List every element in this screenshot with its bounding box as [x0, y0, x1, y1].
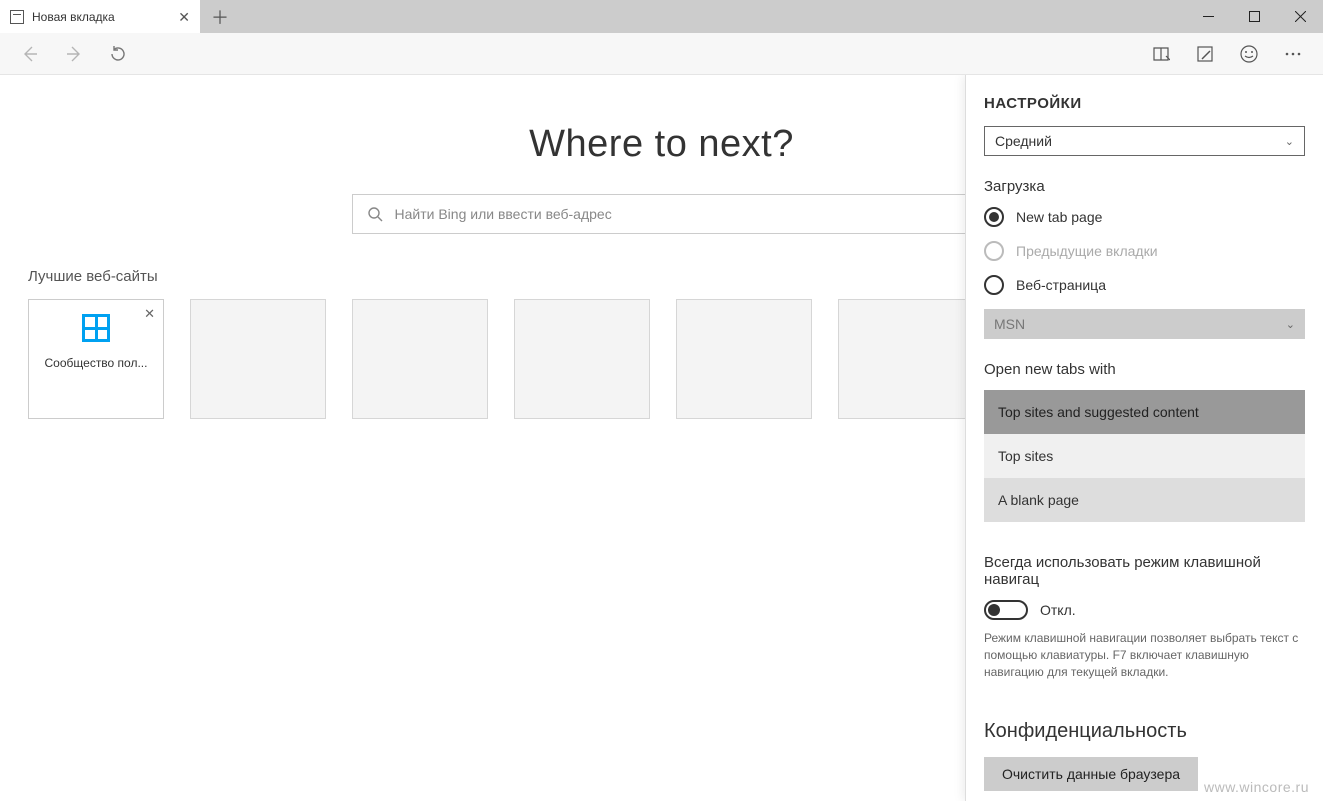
- open-tabs-label: Open new tabs with: [984, 361, 1305, 378]
- startup-page-select: MSN ⌄: [984, 309, 1305, 339]
- tab-title: Новая вкладка: [32, 10, 115, 24]
- option-label: Top sites: [998, 448, 1053, 464]
- content: Where to next? Лучшие веб-сайты ✕ Сообще…: [0, 75, 1323, 801]
- caret-label: Всегда использовать режим клавишной нави…: [984, 554, 1305, 588]
- refresh-button[interactable]: [96, 33, 140, 75]
- privacy-heading: Конфиденциальность: [984, 720, 1305, 743]
- radio-icon: [984, 207, 1004, 227]
- more-button[interactable]: [1271, 33, 1315, 75]
- search-bar[interactable]: [352, 194, 972, 234]
- caret-toggle-row: Откл.: [984, 600, 1305, 620]
- option-label: Top sites and suggested content: [998, 404, 1199, 420]
- top-site-tile-empty[interactable]: [838, 299, 974, 419]
- option-label: A blank page: [998, 492, 1079, 508]
- settings-title: НАСТРОЙКИ: [984, 95, 1305, 112]
- window-controls: [1185, 0, 1323, 33]
- radio-new-tab-page[interactable]: New tab page: [984, 207, 1305, 227]
- chevron-down-icon: ⌄: [1285, 135, 1294, 148]
- top-site-tile-empty[interactable]: [676, 299, 812, 419]
- close-window-button[interactable]: [1277, 0, 1323, 33]
- caret-help-text: Режим клавишной навигации позволяет выбр…: [984, 630, 1305, 680]
- search-icon: [367, 206, 383, 222]
- option-blank-page[interactable]: A blank page: [984, 478, 1305, 522]
- tile-favicon: [82, 314, 110, 342]
- theme-select-value: Средний: [995, 133, 1052, 149]
- page-icon: [10, 10, 24, 24]
- option-top-sites-suggested[interactable]: Top sites and suggested content: [984, 390, 1305, 434]
- clear-browsing-data-button[interactable]: Очистить данные браузера: [984, 757, 1198, 791]
- top-site-tile-empty[interactable]: [352, 299, 488, 419]
- toggle-state: Откл.: [1040, 602, 1076, 618]
- search-input[interactable]: [395, 206, 955, 222]
- titlebar: Новая вкладка ✕ ＋: [0, 0, 1323, 33]
- maximize-button[interactable]: [1231, 0, 1277, 33]
- reading-view-button[interactable]: [1139, 33, 1183, 75]
- toolbar: [0, 33, 1323, 75]
- theme-select[interactable]: Средний ⌄: [984, 126, 1305, 156]
- feedback-button[interactable]: [1227, 33, 1271, 75]
- radio-label: Предыдущие вкладки: [1016, 243, 1158, 259]
- minimize-button[interactable]: [1185, 0, 1231, 33]
- back-button[interactable]: [8, 33, 52, 75]
- radio-icon: [984, 241, 1004, 261]
- tab-close-icon[interactable]: ✕: [178, 10, 190, 24]
- radio-icon: [984, 275, 1004, 295]
- radio-label: Веб-страница: [1016, 277, 1106, 293]
- new-tab-options: Top sites and suggested content Top site…: [984, 390, 1305, 522]
- radio-label: New tab page: [1016, 209, 1102, 225]
- new-tab-button[interactable]: ＋: [200, 0, 240, 33]
- tile-close-icon[interactable]: ✕: [144, 306, 155, 322]
- top-site-tile[interactable]: ✕ Сообщество пол...: [28, 299, 164, 419]
- top-site-tile-empty[interactable]: [190, 299, 326, 419]
- startup-page-value: MSN: [994, 316, 1025, 332]
- caret-toggle[interactable]: [984, 600, 1028, 620]
- settings-panel: НАСТРОЙКИ Средний ⌄ Загрузка New tab pag…: [965, 75, 1323, 801]
- startup-label: Загрузка: [984, 178, 1305, 195]
- radio-previous-tabs: Предыдущие вкладки: [984, 241, 1305, 261]
- option-top-sites[interactable]: Top sites: [984, 434, 1305, 478]
- tile-label: Сообщество пол...: [29, 356, 163, 370]
- webnote-button[interactable]: [1183, 33, 1227, 75]
- button-label: Очистить данные браузера: [1002, 766, 1180, 782]
- top-site-tile-empty[interactable]: [514, 299, 650, 419]
- forward-button[interactable]: [52, 33, 96, 75]
- chevron-down-icon: ⌄: [1286, 318, 1295, 331]
- radio-webpage[interactable]: Веб-страница: [984, 275, 1305, 295]
- browser-tab[interactable]: Новая вкладка ✕: [0, 0, 200, 33]
